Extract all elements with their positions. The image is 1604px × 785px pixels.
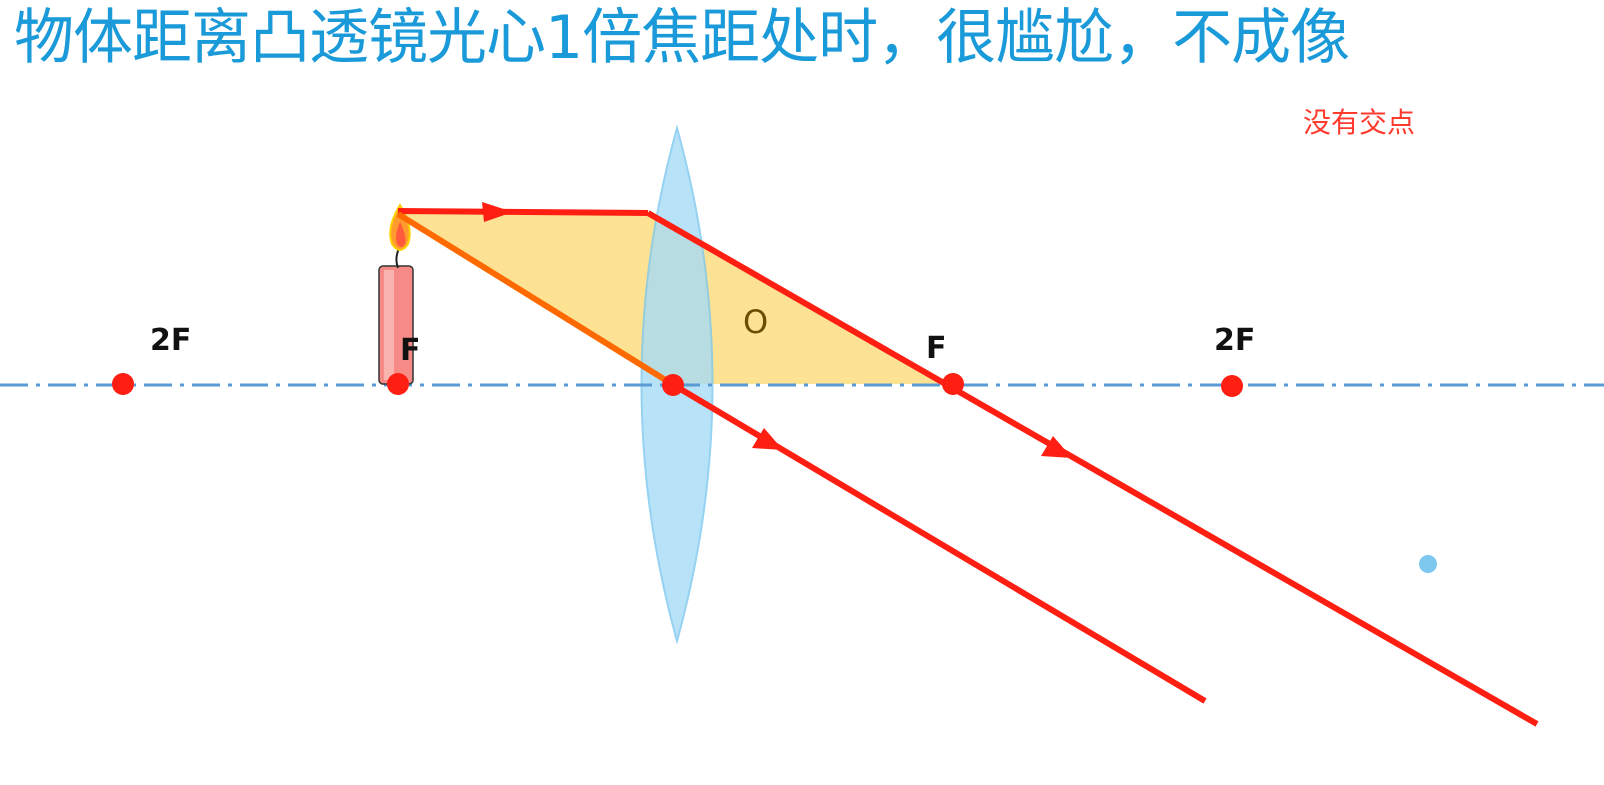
- refracted-ray-through-f: [646, 210, 1539, 727]
- label-left-f: F: [400, 333, 421, 368]
- point-right-2f: [1221, 375, 1243, 397]
- label-optical-center: O: [743, 303, 768, 341]
- center-ray-outer: [670, 381, 1207, 704]
- label-right-2f: 2F: [1214, 323, 1255, 358]
- point-optical-center: [662, 374, 684, 396]
- point-left-2f: [112, 373, 134, 395]
- optics-diagram: 2F F O F 2F 没有交点: [0, 106, 1604, 727]
- note-no-intersection: 没有交点: [1303, 106, 1415, 139]
- label-left-2f: 2F: [150, 323, 191, 358]
- stray-dot: [1419, 555, 1437, 573]
- label-right-f: F: [926, 331, 947, 366]
- parallel-ray: [397, 208, 649, 216]
- point-left-f: [387, 373, 409, 395]
- candle-highlight: [384, 270, 394, 380]
- point-right-f: [942, 373, 964, 395]
